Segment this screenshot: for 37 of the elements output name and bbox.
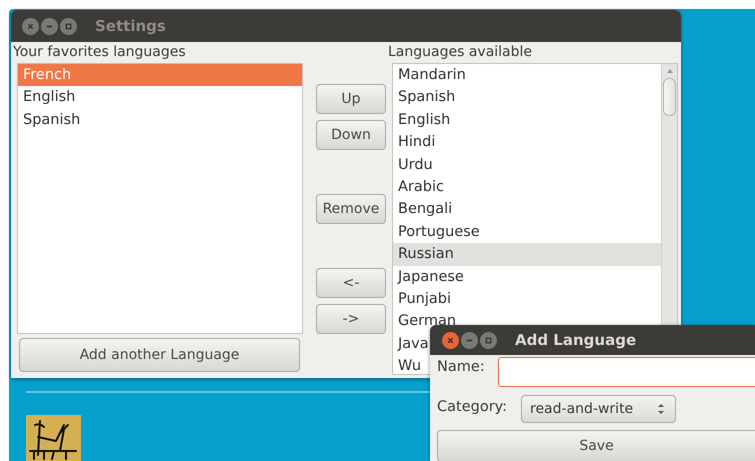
list-item[interactable]: Mandarin [393, 64, 661, 86]
save-button[interactable]: Save [437, 430, 755, 461]
list-item[interactable]: Arabic [393, 176, 661, 198]
add-language-button[interactable]: Add another Language [19, 338, 300, 372]
close-icon[interactable] [22, 18, 39, 34]
list-item[interactable]: Spanish [18, 108, 302, 132]
list-item[interactable]: Japanese [393, 266, 661, 288]
action-button[interactable]: <- [316, 268, 386, 298]
name-field[interactable] [498, 357, 755, 387]
maximize-icon[interactable] [480, 332, 497, 348]
action-button[interactable]: Up [316, 84, 386, 114]
available-label: Languages available [388, 43, 534, 62]
maximize-icon[interactable] [60, 18, 77, 34]
window-title: Add Language [515, 331, 636, 349]
category-label: Category: [437, 398, 508, 415]
list-item[interactable]: Hindi [393, 131, 661, 154]
category-dropdown[interactable]: read-and-write [521, 395, 676, 423]
list-item[interactable]: Punjabi [393, 288, 661, 310]
minimize-icon[interactable] [461, 332, 478, 348]
close-icon[interactable] [442, 332, 459, 348]
window-title: Settings [95, 17, 166, 35]
figure-icon [26, 415, 81, 461]
name-label: Name: [437, 358, 486, 375]
list-item[interactable]: English [393, 108, 661, 132]
list-item[interactable]: Urdu [393, 154, 661, 176]
list-item[interactable]: Russian [393, 243, 661, 266]
action-button[interactable]: Remove [316, 194, 386, 224]
action-button[interactable]: Down [316, 120, 386, 150]
list-item[interactable]: Portuguese [393, 220, 661, 244]
list-item[interactable]: English [18, 86, 302, 109]
favorites-label: Your favorites languages [13, 43, 187, 62]
list-item[interactable]: Spanish [393, 86, 661, 109]
list-item[interactable]: Bengali [393, 198, 661, 221]
scrollbar-thumb[interactable] [663, 78, 676, 116]
minimize-icon[interactable] [41, 18, 58, 34]
spinner-arrows-icon [657, 402, 665, 416]
action-button[interactable]: -> [316, 304, 386, 334]
